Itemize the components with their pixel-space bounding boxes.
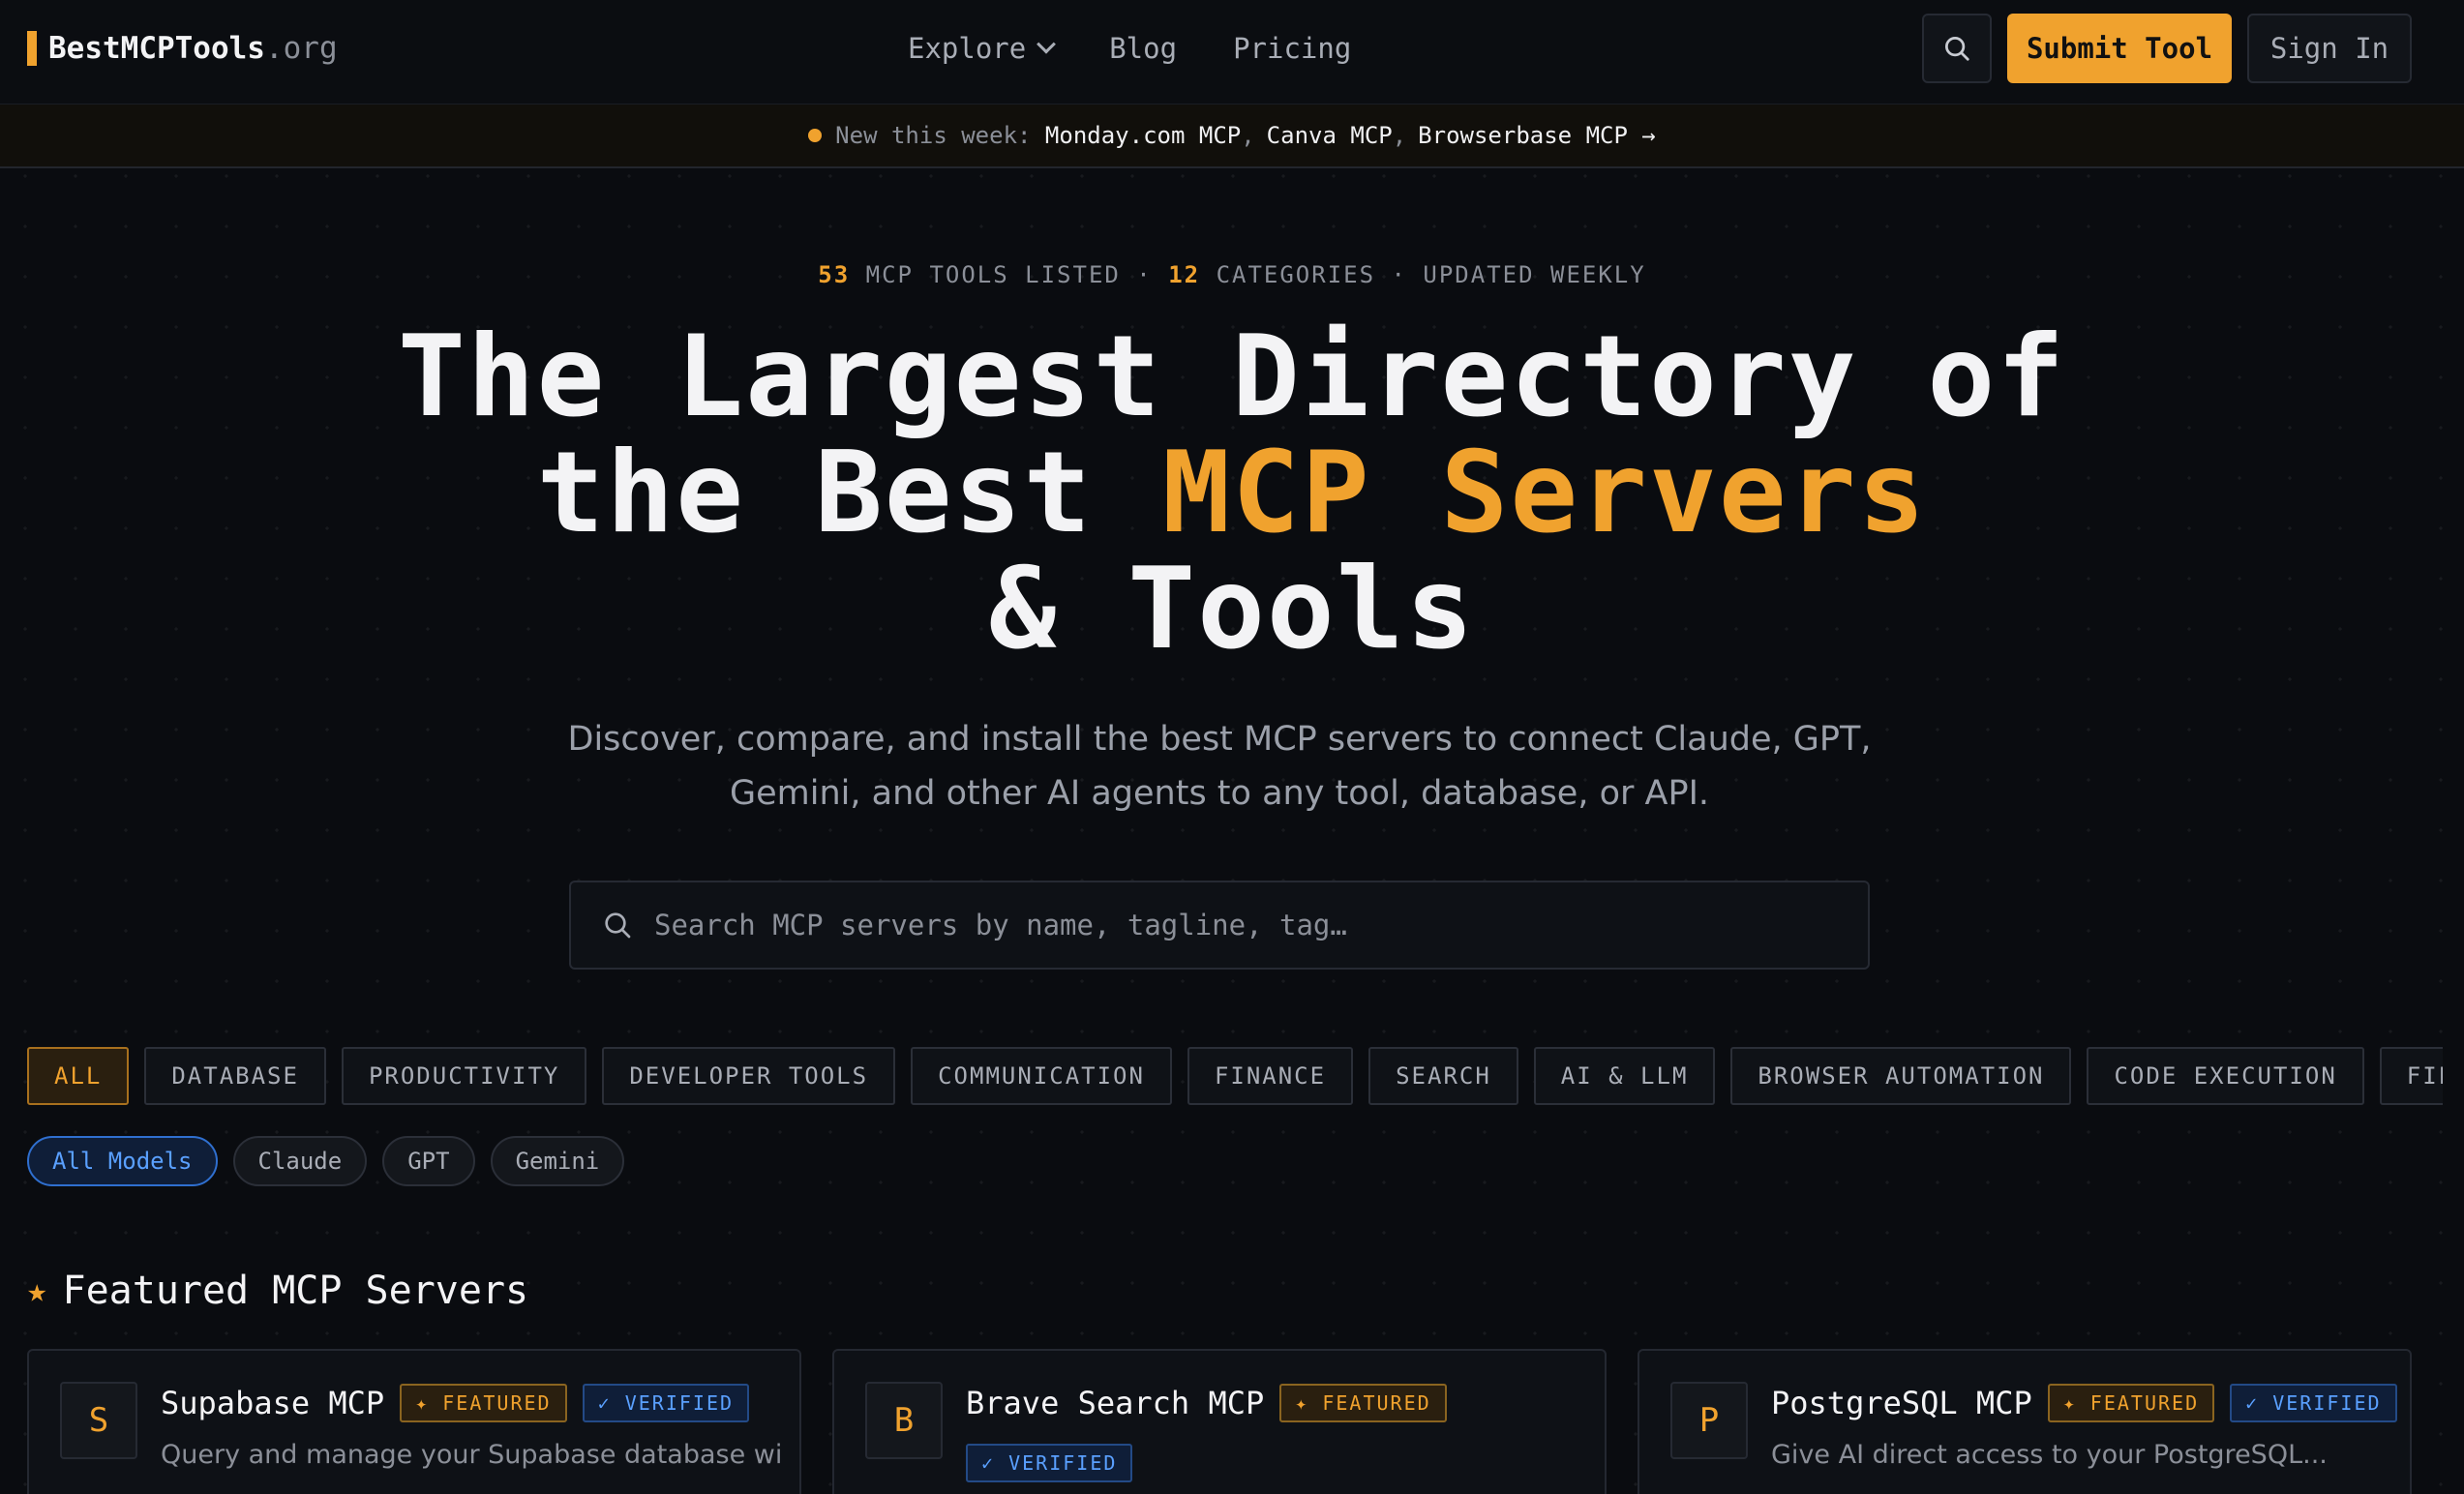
announcement-bar: New this week: Monday.com MCP, Canva MCP… [0, 105, 2464, 168]
server-card-brave-search[interactable]: B Brave Search MCP ✦ FEATURED ✓ VERIFIED [832, 1349, 1607, 1494]
logo-mark [27, 31, 37, 66]
model-chip-gpt[interactable]: GPT [382, 1136, 475, 1186]
featured-badge: ✦ FEATURED [400, 1384, 567, 1422]
search-input[interactable]: Search MCP servers by name, tagline, tag… [569, 881, 1870, 970]
nav-pricing[interactable]: Pricing [1233, 32, 1351, 65]
hero-title: The Largest Directory of the Best MCP Se… [0, 319, 2464, 668]
verified-badge: ✓ VERIFIED [582, 1384, 750, 1422]
card-description: Query and manage your Supabase database … [161, 1440, 780, 1470]
nav-blog-label: Blog [1109, 32, 1178, 65]
search-icon [605, 912, 631, 939]
category-filters: ALL DATABASE PRODUCTIVITY DEVELOPER TOOL… [27, 1047, 2443, 1107]
card-title: PostgreSQL MCP [1771, 1385, 2032, 1421]
top-navbar: BestMCPTools .org Explore Blog Pricing Su… [0, 0, 2464, 105]
hero-title-line3: & Tools [988, 544, 1476, 674]
category-chip-database[interactable]: DATABASE [144, 1047, 326, 1105]
tools-label: MCP TOOLS LISTED · [865, 261, 1153, 288]
card-header: PostgreSQL MCP ✦ FEATURED ✓ VERIFIED [1771, 1384, 2397, 1422]
category-chip-code-execution[interactable]: CODE EXECUTION [2087, 1047, 2364, 1105]
model-chip-gemini[interactable]: Gemini [490, 1136, 625, 1186]
verified-badge: ✓ VERIFIED [966, 1444, 1133, 1482]
verified-badge: ✓ VERIFIED [2230, 1384, 2397, 1422]
card-title: Brave Search MCP [966, 1385, 1265, 1421]
category-chip-finance[interactable]: FINANCE [1187, 1047, 1354, 1105]
categories-count: 12 [1168, 261, 1201, 288]
category-chip-developer-tools[interactable]: DEVELOPER TOOLS [602, 1047, 896, 1105]
server-card-supabase[interactable]: S Supabase MCP ✦ FEATURED ✓ VERIFIED Que… [27, 1349, 801, 1494]
hero-subtitle: Discover, compare, and install the best … [567, 720, 1872, 813]
announcement-prefix: New this week: [835, 122, 1032, 149]
search-placeholder: Search MCP servers by name, tagline, tag… [654, 909, 1347, 941]
category-chip-ai-llm[interactable]: AI & LLM [1533, 1047, 1716, 1105]
featured-heading-text: Featured MCP Servers [62, 1269, 529, 1313]
category-chip-communication[interactable]: COMMUNICATION [911, 1047, 1172, 1105]
card-header: Brave Search MCP ✦ FEATURED [966, 1384, 1447, 1422]
category-chip-browser-automation[interactable]: BROWSER AUTOMATION [1730, 1047, 2072, 1105]
category-chip-file-system[interactable]: FILE SYSTEM [2379, 1047, 2443, 1105]
announcement-link-browserbase[interactable]: Browserbase MCP → [1418, 122, 1656, 149]
server-card-postgresql[interactable]: P PostgreSQL MCP ✦ FEATURED ✓ VERIFIED G… [1638, 1349, 2412, 1494]
sign-in-button[interactable]: Sign In [2247, 14, 2412, 83]
announcement-link-canva[interactable]: Canva MCP [1267, 122, 1393, 149]
logo-text: BestMCPTools [48, 31, 265, 66]
logo-tld: .org [264, 31, 338, 66]
hero-title-line2: the Best MCP Servers [0, 435, 2464, 552]
featured-badge: ✦ FEATURED [1279, 1384, 1447, 1422]
hero-title-line2-pre: the Best [536, 428, 1163, 558]
categories-label: CATEGORIES · UPDATED WEEKLY [1216, 261, 1646, 288]
nav-blog[interactable]: Blog [1109, 32, 1177, 65]
hero-title-line1: The Largest Directory of [397, 312, 2067, 442]
card-description: Give AI direct access to your PostgreSQL… [1771, 1440, 2328, 1470]
nav-links: Explore Blog Pricing [908, 29, 1351, 68]
card-avatar: B [865, 1382, 943, 1459]
featured-heading: ★ Featured MCP Servers [27, 1264, 528, 1318]
new-dot-icon [808, 129, 823, 142]
card-badge-row: ✓ VERIFIED [966, 1444, 1133, 1482]
model-filters: All Models Claude GPT Gemini [27, 1136, 625, 1186]
tools-count: 53 [818, 261, 851, 288]
hero-title-accent: MCP Servers [1162, 428, 1928, 558]
card-avatar: P [1670, 1382, 1748, 1459]
featured-badge: ✦ FEATURED [2047, 1384, 2215, 1422]
nav-explore-label: Explore [908, 32, 1027, 65]
submit-tool-button[interactable]: Submit Tool [2007, 14, 2232, 83]
category-chip-all[interactable]: ALL [27, 1047, 130, 1105]
model-chip-all[interactable]: All Models [27, 1136, 218, 1186]
hero-stats: 53 MCP TOOLS LISTED · 12 CATEGORIES · UP… [0, 261, 2464, 288]
card-title: Supabase MCP [161, 1385, 385, 1421]
card-avatar: S [60, 1382, 137, 1459]
nav-explore[interactable]: Explore [908, 32, 1057, 65]
site-logo[interactable]: BestMCPTools .org [27, 29, 338, 68]
search-button[interactable] [1922, 14, 1992, 83]
category-chip-productivity[interactable]: PRODUCTIVITY [341, 1047, 587, 1105]
search-icon [1945, 37, 1969, 61]
nav-pricing-label: Pricing [1233, 32, 1352, 65]
category-chip-search[interactable]: SEARCH [1368, 1047, 1518, 1105]
announcement-link-monday[interactable]: Monday.com MCP [1045, 122, 1241, 149]
chevron-down-icon [1037, 34, 1057, 54]
model-chip-claude[interactable]: Claude [232, 1136, 368, 1186]
star-icon: ★ [27, 1271, 47, 1310]
card-header: Supabase MCP ✦ FEATURED ✓ VERIFIED [161, 1384, 750, 1422]
